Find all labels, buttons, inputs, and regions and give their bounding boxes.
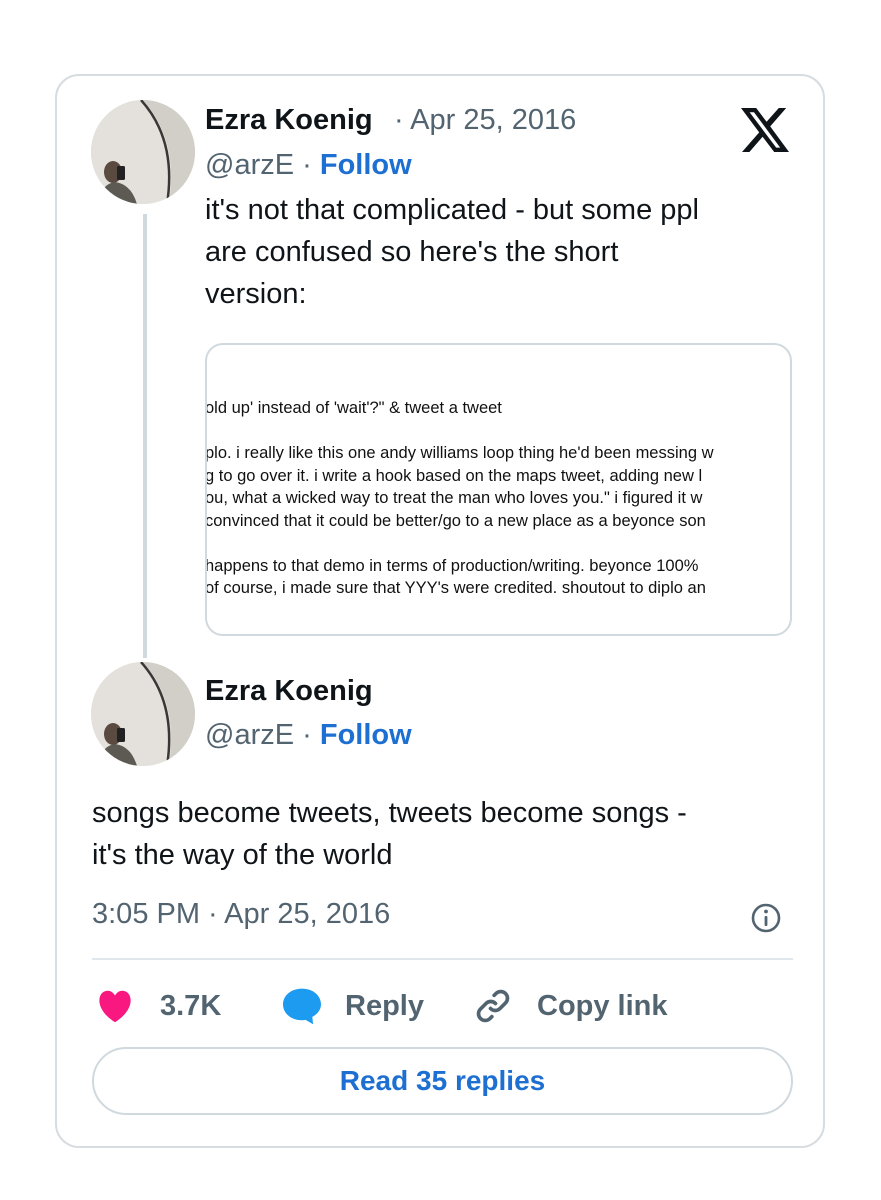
date-separator: ·	[394, 104, 404, 136]
thread-connector-line	[143, 214, 147, 658]
copy-link-button[interactable]: Copy link	[473, 988, 668, 1024]
tweet-text-line: songs become tweets, tweets become songs…	[92, 797, 687, 829]
avatar-photo	[91, 100, 195, 204]
image-text-line: plo. i really like this one andy william…	[205, 444, 714, 462]
tweet-text: songs become tweets, tweets become songs…	[92, 792, 687, 876]
reply-button[interactable]: Reply	[281, 988, 424, 1025]
image-text-line: g to go over it. i write a hook based on…	[205, 466, 703, 485]
handle-row: @arzE · Follow	[205, 149, 412, 182]
image-text-line: old up' instead of 'wait'?" & tweet a tw…	[205, 399, 502, 417]
image-text-line	[207, 532, 790, 555]
like-button[interactable]: 3.7K	[96, 988, 221, 1024]
handle-separator: ·	[302, 149, 312, 181]
tweet-text: it's not that complicated - but some ppl…	[205, 189, 699, 315]
avatar-photo	[91, 662, 195, 766]
divider	[92, 958, 793, 960]
read-replies-label: Read 35 replies	[339, 1065, 546, 1096]
image-text-line: of course, i made sure that YYY's were c…	[205, 579, 706, 597]
x-logo-icon[interactable]	[741, 108, 789, 152]
tweet-text-line: are confused so here's the short	[205, 236, 619, 268]
tweet-text-line: it's not that complicated - but some ppl	[205, 194, 699, 226]
image-text-line: ou, what a wicked way to treat the man w…	[205, 489, 703, 507]
author-handle[interactable]: @arzE	[205, 149, 294, 181]
avatar[interactable]	[91, 662, 195, 766]
date-text: Apr 25, 2016	[410, 104, 577, 136]
image-text-line: convinced that it could be better/go to …	[205, 511, 706, 530]
tweet-embed-card: Ezra Koenig · Apr 25, 2016 @arzE · Follo…	[55, 74, 825, 1148]
follow-button[interactable]: Follow	[320, 149, 412, 181]
reply-label: Reply	[345, 989, 424, 1022]
heart-icon	[99, 990, 131, 1023]
link-icon	[476, 989, 510, 1023]
author-handle[interactable]: @arzE	[205, 719, 294, 751]
read-replies-button[interactable]: Read 35 replies	[92, 1047, 793, 1115]
tweet-timestamp[interactable]: 3:05 PM · Apr 25, 2016	[92, 898, 390, 931]
image-text-block: old up' instead of 'wait'?" & tweet a tw…	[205, 397, 790, 600]
follow-button[interactable]: Follow	[320, 719, 412, 751]
author-name[interactable]: Ezra Koenig	[205, 104, 373, 137]
tweet-text-line: version:	[205, 278, 307, 310]
image-text-line	[207, 420, 790, 443]
handle-row: @arzE · Follow	[205, 719, 412, 752]
tweet-date[interactable]: · Apr 25, 2016	[394, 104, 576, 137]
tweet-image[interactable]: old up' instead of 'wait'?" & tweet a tw…	[205, 343, 792, 636]
author-name[interactable]: Ezra Koenig	[205, 675, 373, 708]
like-count: 3.7K	[160, 989, 222, 1022]
speech-bubble-icon	[283, 988, 321, 1025]
handle-separator: ·	[302, 719, 312, 751]
avatar[interactable]	[91, 100, 195, 204]
info-icon[interactable]	[750, 902, 782, 934]
tweet-text-line: it's the way of the world	[92, 839, 393, 871]
image-text-line: happens to that demo in terms of product…	[205, 556, 699, 575]
copy-link-label: Copy link	[537, 989, 668, 1022]
